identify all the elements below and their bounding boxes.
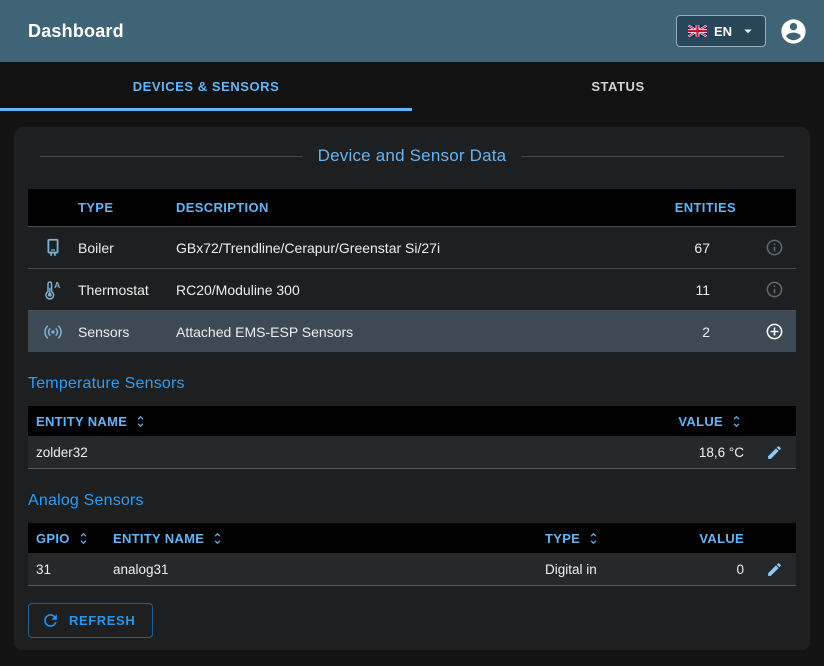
active-tab-indicator	[0, 108, 412, 111]
header-gpio: GPIO	[36, 531, 70, 546]
edit-icon	[766, 444, 783, 461]
device-description: RC20/Moduline 300	[176, 282, 616, 298]
device-table-header: TYPE DESCRIPTION ENTITIES	[28, 189, 796, 226]
table-row-temperature-sensor[interactable]: zolder32 18,6 °C	[28, 436, 796, 469]
temperature-table-header: ENTITY NAME VALUE	[28, 406, 796, 436]
user-account-button[interactable]	[779, 17, 808, 46]
analog-table-header: GPIO ENTITY NAME TYPE VALUE	[28, 523, 796, 553]
sort-type[interactable]: TYPE	[537, 531, 667, 546]
add-circle-icon[interactable]	[765, 322, 796, 341]
thermostat-icon	[42, 279, 64, 301]
uk-flag-icon	[688, 25, 707, 37]
info-icon[interactable]	[765, 280, 796, 299]
divider-line	[40, 156, 303, 157]
header-value: VALUE	[678, 414, 723, 429]
header-entity-name: ENTITY NAME	[36, 414, 127, 429]
device-table: TYPE DESCRIPTION ENTITIES Boiler GBx72/T…	[28, 189, 796, 352]
app-header: Dashboard EN	[0, 0, 824, 62]
panel-title-divider: Device and Sensor Data	[40, 146, 784, 166]
edit-sensor-button[interactable]	[766, 444, 783, 461]
boiler-icon	[42, 237, 64, 259]
panel-title: Device and Sensor Data	[303, 146, 522, 166]
header-description: DESCRIPTION	[176, 200, 616, 215]
header-entities: ENTITIES	[675, 200, 736, 215]
refresh-button[interactable]: REFRESH	[28, 603, 153, 638]
language-selector[interactable]: EN	[676, 15, 766, 47]
language-code: EN	[714, 24, 732, 39]
sensor-entity-name: zolder32	[28, 445, 632, 460]
device-sensor-panel: Device and Sensor Data TYPE DESCRIPTION …	[14, 127, 810, 650]
device-description: GBx72/Trendline/Cerapur/Greenstar Si/27i	[176, 240, 616, 256]
sensor-gpio: 31	[28, 562, 113, 577]
sensor-value: 0	[736, 562, 752, 577]
sort-icon	[729, 414, 744, 429]
device-entities-count: 67	[694, 240, 736, 256]
device-description: Attached EMS-ESP Sensors	[176, 324, 616, 340]
sort-icon	[586, 531, 601, 546]
sort-entity-name[interactable]: ENTITY NAME	[28, 414, 632, 429]
refresh-icon	[41, 611, 60, 630]
edit-sensor-button[interactable]	[766, 561, 783, 578]
sensor-type: Digital in	[537, 562, 667, 577]
device-type: Sensors	[78, 324, 176, 340]
table-row-boiler[interactable]: Boiler GBx72/Trendline/Cerapur/Greenstar…	[28, 226, 796, 268]
sensor-entity-name: analog31	[113, 562, 537, 577]
analog-sensors-table: GPIO ENTITY NAME TYPE VALUE 31 analog31 …	[28, 523, 796, 586]
info-icon[interactable]	[765, 238, 796, 257]
temperature-sensors-title: Temperature Sensors	[28, 375, 796, 393]
sort-entity-name[interactable]: ENTITY NAME	[113, 531, 537, 546]
device-type: Thermostat	[78, 282, 176, 298]
sort-icon	[133, 414, 148, 429]
edit-icon	[766, 561, 783, 578]
tab-status[interactable]: STATUS	[412, 62, 824, 111]
sort-icon	[76, 531, 91, 546]
account-circle-icon	[779, 17, 808, 46]
temperature-sensors-table: ENTITY NAME VALUE zolder32 18,6 °C	[28, 406, 796, 469]
header-value: VALUE	[699, 531, 752, 546]
chevron-down-icon	[739, 22, 757, 40]
refresh-label: REFRESH	[69, 613, 135, 628]
sensors-icon	[42, 321, 64, 343]
analog-sensors-title: Analog Sensors	[28, 492, 796, 510]
tab-bar: DEVICES & SENSORS STATUS	[0, 62, 824, 111]
page-title: Dashboard	[28, 21, 124, 42]
table-row-thermostat[interactable]: Thermostat RC20/Moduline 300 11	[28, 268, 796, 310]
header-entity-name: ENTITY NAME	[113, 531, 204, 546]
tab-devices-sensors[interactable]: DEVICES & SENSORS	[0, 62, 412, 111]
sensor-value: 18,6 °C	[699, 445, 752, 460]
divider-line	[521, 156, 784, 157]
sort-gpio[interactable]: GPIO	[28, 531, 113, 546]
header-type: TYPE	[78, 200, 176, 215]
table-row-analog-sensor[interactable]: 31 analog31 Digital in 0	[28, 553, 796, 586]
sort-icon	[210, 531, 225, 546]
header-type: TYPE	[545, 531, 580, 546]
device-type: Boiler	[78, 240, 176, 256]
device-entities-count: 2	[702, 324, 736, 340]
table-row-sensors[interactable]: Sensors Attached EMS-ESP Sensors 2	[28, 310, 796, 352]
device-entities-count: 11	[695, 282, 736, 298]
sort-value[interactable]: VALUE	[678, 414, 752, 429]
